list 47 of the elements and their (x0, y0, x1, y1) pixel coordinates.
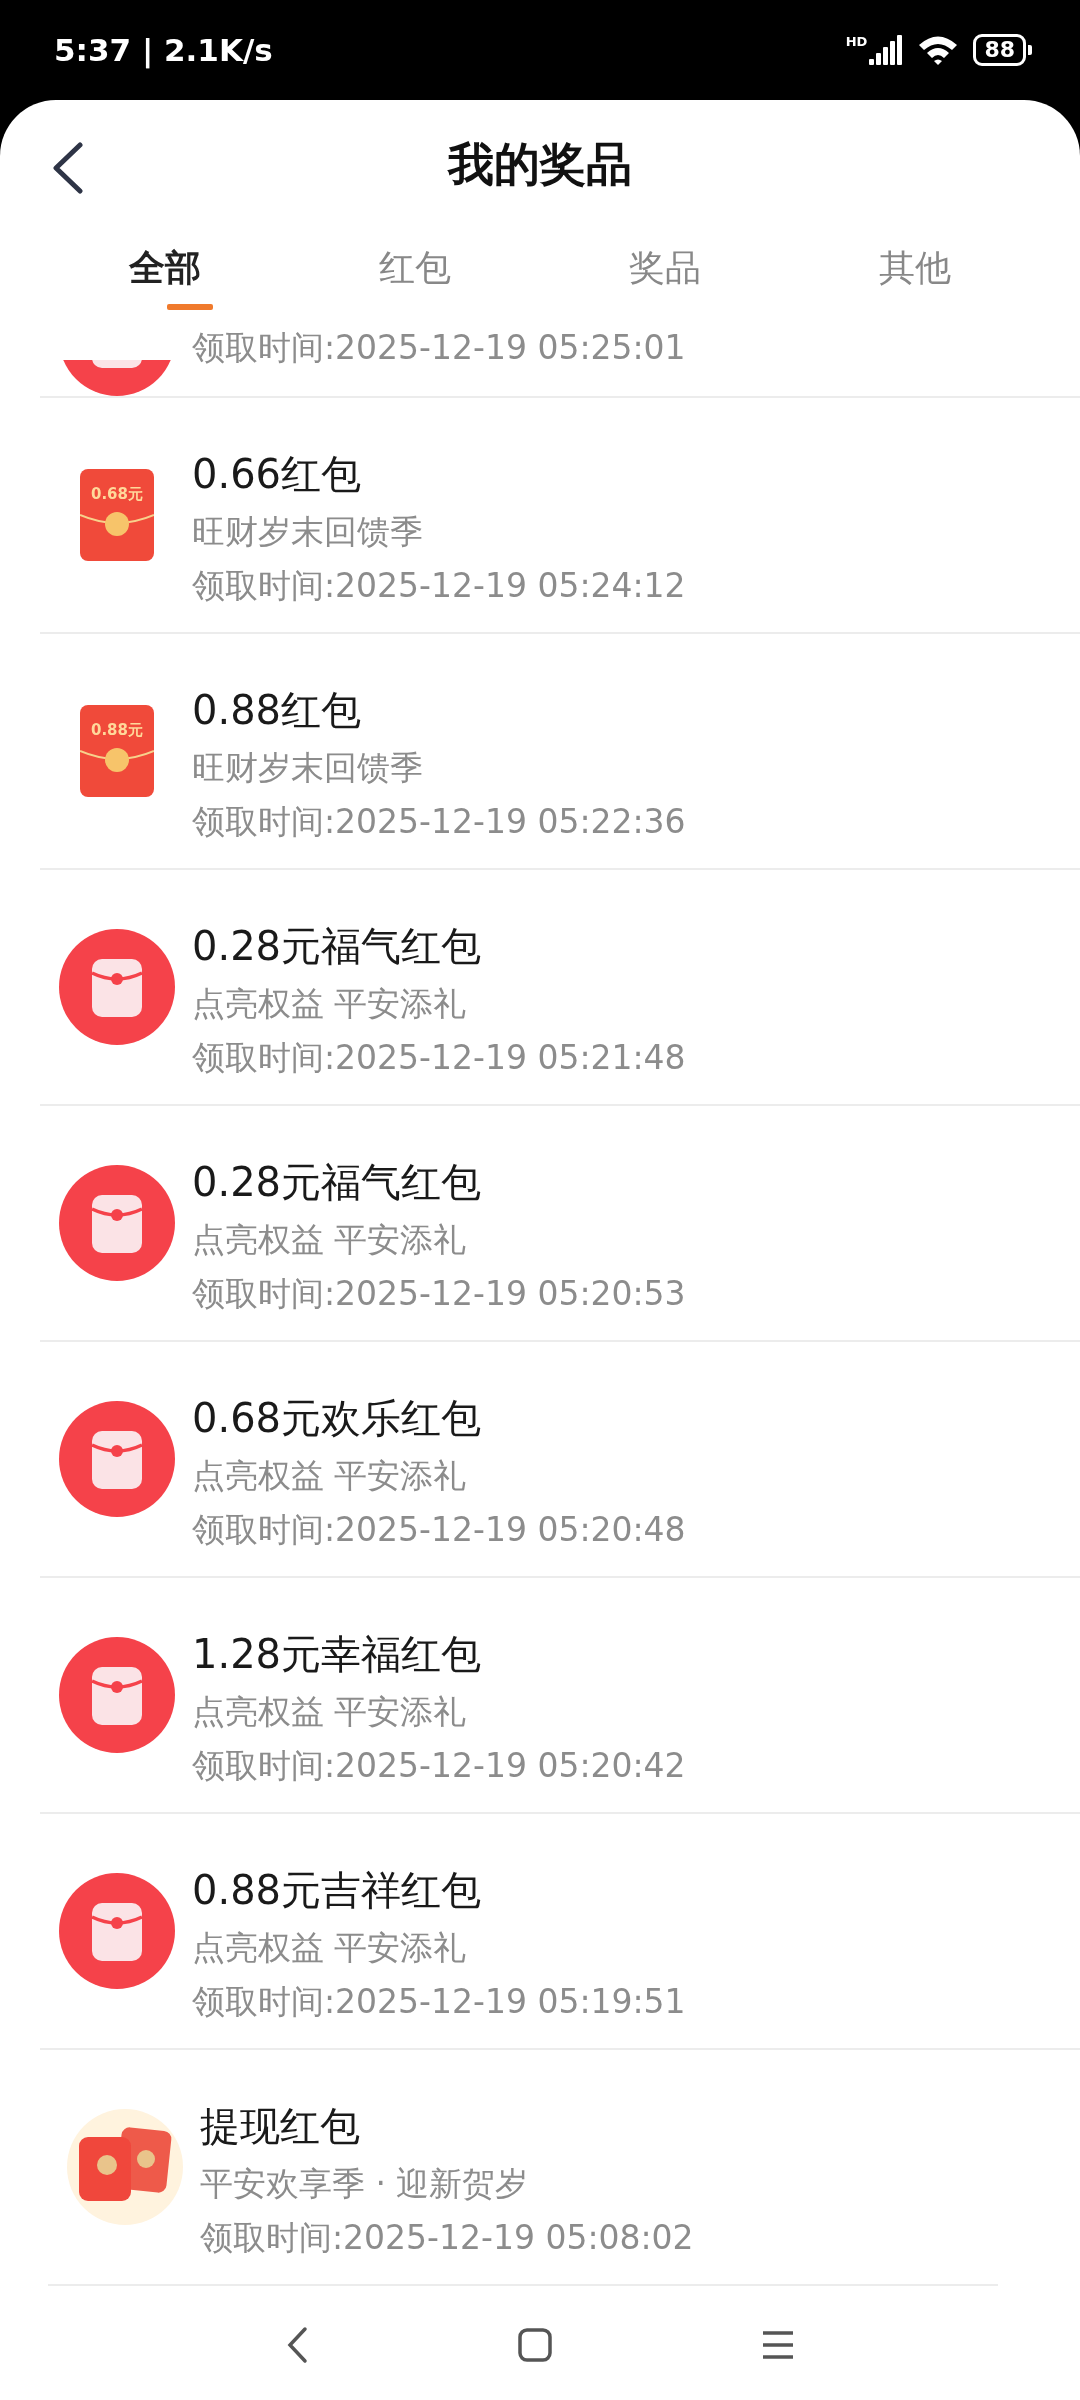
envelope-amount: 0.88元 (91, 721, 143, 739)
tab[interactable]: 全部 (40, 230, 290, 318)
claim-time: 领取时间:2025-12-19 05:20:42 (192, 1745, 686, 1787)
prize-title: 0.66红包 (192, 450, 363, 499)
prize-source: 点亮权益 平安添礼 (192, 1927, 468, 1969)
claim-time: 领取时间:2025-12-19 05:25:01 (192, 327, 686, 369)
prize-title: 1.28元幸福红包 (192, 1630, 483, 1679)
prize-source: 点亮权益 平安添礼 (192, 1691, 468, 1733)
packet-icon (59, 1401, 175, 1517)
tab[interactable]: 其他 (790, 230, 1040, 318)
prize-title: 0.88红包 (192, 686, 363, 735)
envelopes-icon (67, 2109, 183, 2225)
prize-source: 点亮权益 平安添礼 (192, 1219, 468, 1261)
prize-source: 点亮权益 平安添礼 (192, 983, 468, 1025)
claim-time: 领取时间:2025-12-19 05:20:53 (192, 1273, 686, 1315)
prize-title: 0.28元福气红包 (192, 922, 483, 971)
prize-title: 0.68元欢乐红包 (192, 1394, 483, 1443)
seal-icon (80, 509, 154, 537)
prize-source: 平安欢享季 · 迎新贺岁 (200, 2163, 530, 2205)
back-icon[interactable] (50, 142, 86, 194)
packet-icon (59, 1873, 175, 1989)
claim-time: 领取时间:2025-12-19 05:24:12 (192, 565, 686, 607)
claim-time: 领取时间:2025-12-19 05:21:48 (192, 1037, 686, 1079)
packet-icon (59, 1637, 175, 1753)
prize-title: 提现红包 (200, 2102, 361, 2151)
prize-source: 旺财岁末回馈季 (192, 511, 424, 553)
home-icon[interactable] (518, 2328, 552, 2362)
packet-icon (59, 929, 175, 1045)
tab[interactable]: 红包 (290, 230, 540, 318)
network-label: HD (845, 35, 868, 48)
prize-source: 点亮权益 平安添礼 (192, 1455, 468, 1497)
page-title: 我的奖品 (448, 136, 632, 193)
status-time: 5:37 | 2.1K/s (54, 32, 273, 68)
claim-time: 领取时间:2025-12-19 05:19:51 (192, 1981, 686, 2023)
claim-time: 领取时间:2025-12-19 05:08:02 (200, 2217, 694, 2259)
prize-source: 旺财岁末回馈季 (192, 747, 424, 789)
envelope-amount: 0.68元 (91, 485, 143, 503)
menu-icon[interactable] (761, 2330, 796, 2360)
prize-title: 0.28元福气红包 (192, 1158, 483, 1207)
prize-title: 0.88元吉祥红包 (192, 1866, 483, 1915)
packet-icon (59, 1165, 175, 1281)
signal-icon (869, 35, 904, 65)
wifi-icon (917, 34, 960, 66)
seal-icon (80, 745, 154, 773)
claim-time: 领取时间:2025-12-19 05:20:48 (192, 1509, 686, 1551)
tab[interactable]: 奖品 (540, 230, 790, 318)
claim-time: 领取时间:2025-12-19 05:22:36 (192, 801, 686, 843)
